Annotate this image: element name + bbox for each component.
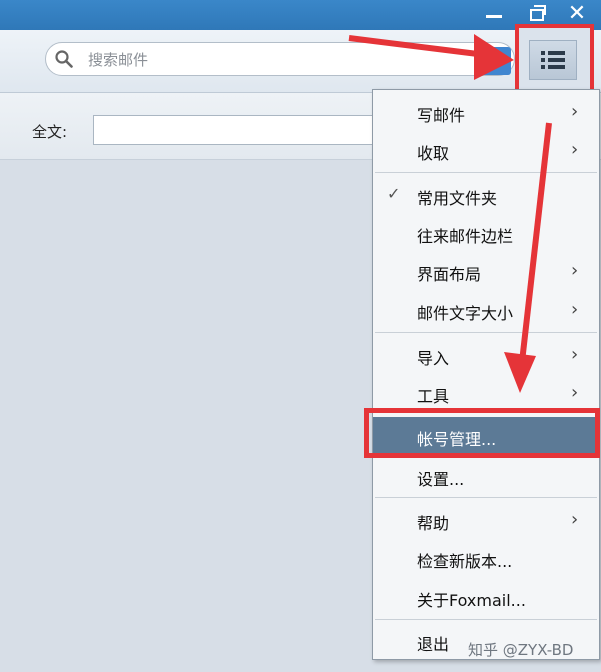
fulltext-input[interactable] [93,115,393,145]
list-menu-icon [541,51,565,69]
menu-item-font-size[interactable]: 邮件文字大小 › [373,291,599,329]
menu-item-settings[interactable]: 设置... [373,457,599,495]
main-menu-button[interactable] [529,40,577,80]
menu-item-label: 邮件文字大小 [417,304,514,323]
menu-item-label: 检查新版本... [417,552,513,571]
menu-item-label: 帮助 [417,514,450,533]
menu-item-label: 收取 [417,144,450,163]
menu-item-label: 界面布局 [417,265,482,284]
title-bar: ✕ [0,0,601,30]
search-icon [55,50,73,68]
menu-item-receive[interactable]: 收取 › [373,131,599,169]
menu-button-highlight [515,24,594,95]
menu-item-help[interactable]: 帮助 › [373,501,599,539]
chevron-right-icon: › [571,344,579,365]
fulltext-label: 全文: [32,123,68,141]
menu-item-label: 写邮件 [417,106,466,125]
menu-item-label: 退出 [417,635,450,654]
main-menu: 写邮件 › 收取 › ✓ 常用文件夹 往来邮件边栏 界面布局 › 邮件文字大小 … [372,89,600,660]
menu-item-compose[interactable]: 写邮件 › [373,93,599,131]
chevron-right-icon: › [571,260,579,281]
menu-separator [375,332,597,333]
menu-item-label: 关于Foxmail... [417,591,526,610]
menu-separator [375,172,597,173]
menu-separator [375,497,597,498]
annotation-highlight-box [364,408,600,458]
checkmark-icon: ✓ [387,184,401,203]
menu-item-label: 常用文件夹 [417,189,498,208]
chevron-right-icon: › [571,299,579,320]
menu-item-contacts-sidebar[interactable]: 往来邮件边栏 [373,214,599,252]
menu-item-label: 设置... [417,470,465,489]
menu-item-label: 往来邮件边栏 [417,227,514,246]
menu-item-about[interactable]: 关于Foxmail... [373,578,599,616]
search-input[interactable] [86,47,470,73]
watermark: 知乎 @ZYX-BD [468,641,574,659]
menu-item-tools[interactable]: 工具 › [373,374,599,412]
chevron-right-icon: › [571,509,579,530]
toolbar: ︽ [0,30,601,93]
expand-search-button[interactable]: ︽ [481,47,511,75]
menu-item-check-update[interactable]: 检查新版本... [373,539,599,577]
menu-item-label: 工具 [417,387,450,406]
menu-item-common-folders[interactable]: ✓ 常用文件夹 [373,176,599,214]
chevron-right-icon: › [571,382,579,403]
minimize-icon[interactable] [478,0,508,28]
menu-item-import[interactable]: 导入 › [373,336,599,374]
chevron-right-icon: › [571,101,579,122]
search-box[interactable] [45,42,515,76]
menu-item-layout[interactable]: 界面布局 › [373,252,599,290]
menu-item-label: 导入 [417,349,450,368]
menu-separator [375,619,597,620]
chevron-right-icon: › [571,139,579,160]
